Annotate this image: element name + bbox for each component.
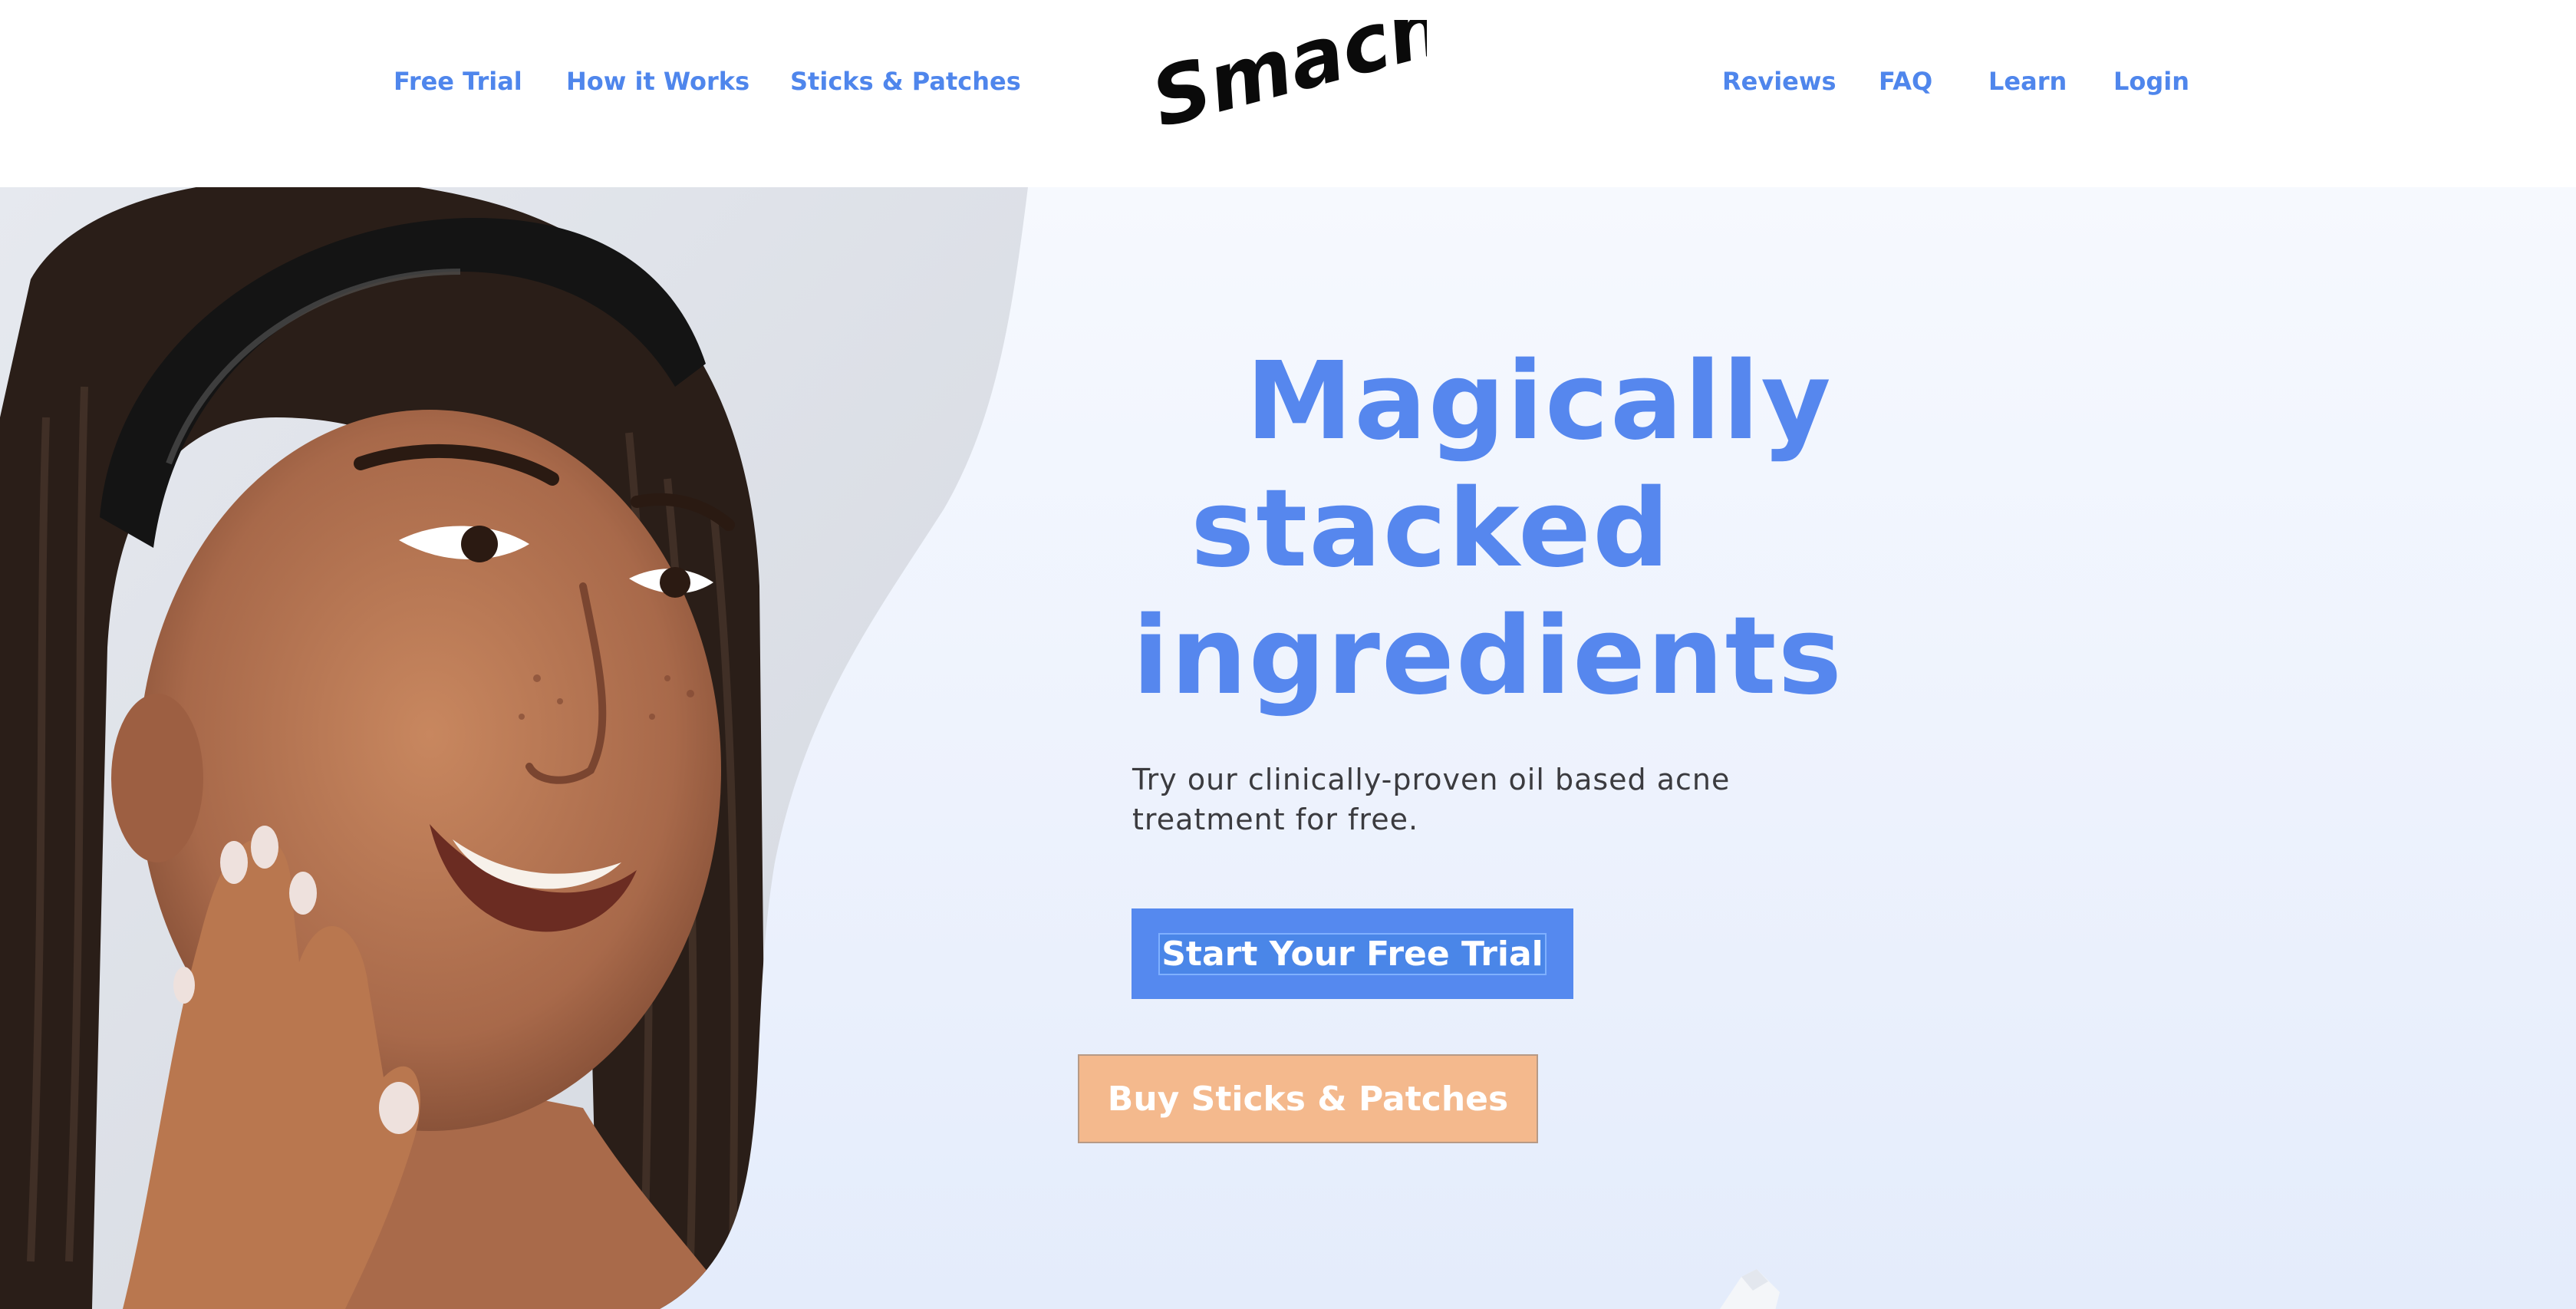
nav-faq[interactable]: FAQ — [1879, 66, 1932, 97]
woman-smiling-photo-icon — [0, 187, 1028, 1309]
hero-section: Magically stacked ingredients Try our cl… — [0, 187, 2576, 1309]
smacne-logo[interactable]: Smacne — [1142, 0, 1507, 146]
headline-line-1: Magically — [1246, 339, 1833, 464]
nav-free-trial[interactable]: Free Trial — [394, 66, 522, 97]
nav-how-it-works[interactable]: How it Works — [566, 66, 749, 97]
smacne-logo-wordmark: Smacne — [1142, 0, 1507, 146]
logo-text: Smacne — [1151, 20, 1427, 143]
product-package-graphic — [1720, 1269, 1780, 1309]
headline-line-3: ingredients — [1132, 594, 1843, 719]
start-free-trial-button[interactable]: Start Your Free Trial — [1132, 908, 1573, 999]
nav-sticks-patches[interactable]: Sticks & Patches — [790, 66, 1021, 97]
hero-subtitle: Try our clinically-proven oil based acne… — [1132, 763, 1731, 836]
headline-line-2: stacked — [1191, 467, 1672, 592]
buy-sticks-patches-button[interactable]: Buy Sticks & Patches — [1078, 1054, 1538, 1143]
product-package-icon — [1657, 1231, 1948, 1309]
nav-learn[interactable]: Learn — [1988, 66, 2067, 97]
site-header: Free Trial How it Works Sticks & Patches… — [0, 0, 2576, 175]
page: Free Trial How it Works Sticks & Patches… — [0, 0, 2576, 1309]
start-free-trial-label: Start Your Free Trial — [1158, 932, 1547, 975]
nav-login[interactable]: Login — [2113, 66, 2189, 97]
hero-photo — [0, 187, 1074, 1309]
nav-reviews[interactable]: Reviews — [1722, 66, 1836, 97]
